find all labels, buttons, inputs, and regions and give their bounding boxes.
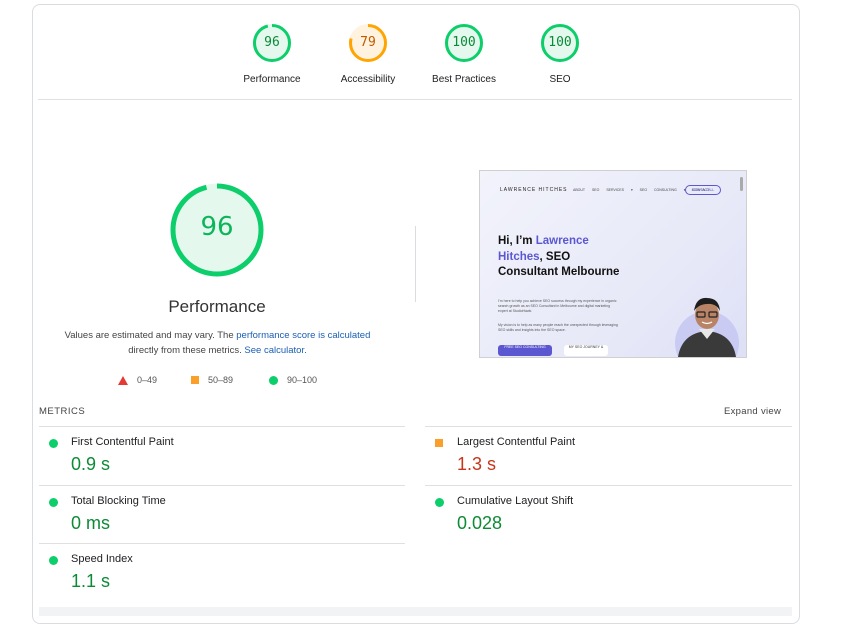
green-circle-icon <box>49 556 58 565</box>
screenshot-cta-primary: FREE SEO CONSULTING <box>498 345 552 356</box>
metric-name: Speed Index <box>71 553 133 565</box>
gauge-score: 96 <box>264 35 280 50</box>
gauge-label: Performance <box>243 74 301 85</box>
metric-name: Cumulative Layout Shift <box>457 495 574 507</box>
gauge-accessibility[interactable]: 79 Accessibility <box>323 23 413 85</box>
metric-value: 1.1 s <box>71 571 111 591</box>
metrics-divider <box>39 426 405 427</box>
metrics-divider <box>39 485 405 486</box>
expand-view-link[interactable]: Expand view <box>724 406 781 417</box>
orange-square-icon <box>191 376 199 384</box>
performance-gauge: 96 <box>167 180 267 280</box>
performance-description: Values are estimated and may vary. The p… <box>55 328 380 358</box>
metric-value: 0.028 <box>457 513 503 533</box>
gauge-score: 100 <box>452 35 476 50</box>
green-circle-icon <box>269 375 278 385</box>
legend-label: 50–89 <box>208 375 234 385</box>
footer-strip <box>39 607 792 616</box>
legend-good: 90–100 <box>269 375 317 385</box>
gauge-score: 79 <box>360 35 376 50</box>
gauge-label: Accessibility <box>340 74 396 85</box>
see-calculator-link[interactable]: See calculator. <box>244 345 306 356</box>
metric-value: 0.9 s <box>71 454 111 474</box>
score-calculated-link[interactable]: performance score is calculated <box>236 330 370 341</box>
performance-title: Performance <box>168 297 266 316</box>
screenshot-headline: Hi, I’m Lawrence Hitches, SEO Consultant… <box>498 234 623 281</box>
gauge-label: Best Practices <box>432 74 496 85</box>
metrics-heading: METRICS <box>39 406 86 417</box>
gauge-label: SEO <box>549 74 571 85</box>
desc-text: Values are estimated and may vary. The <box>64 330 237 341</box>
vertical-divider <box>415 226 416 302</box>
gauge-score: 100 <box>548 35 572 50</box>
legend-poor: 0–49 <box>118 375 157 385</box>
screenshot-book-button: BOOK A CALL <box>685 185 721 195</box>
legend-label: 90–100 <box>287 375 318 385</box>
page-screenshot[interactable]: LAWRENCE HITCHES ABOUT SEO SERVICES ▾ SE… <box>479 170 747 358</box>
screenshot-body-text: I’m here to help you achieve SEO success… <box>498 299 617 313</box>
green-circle-icon <box>49 439 58 448</box>
screenshot-body-text: My vision is to help as many people reac… <box>498 323 618 332</box>
metrics-divider <box>425 485 792 486</box>
gauge-seo[interactable]: 100 SEO <box>515 23 605 85</box>
screenshot-brand: LAWRENCE HITCHES <box>500 187 568 193</box>
orange-square-icon <box>435 439 443 447</box>
screenshot-scrollbar <box>740 177 743 191</box>
green-circle-icon <box>49 498 58 507</box>
gauge-best-practices[interactable]: 100 Best Practices <box>419 23 509 85</box>
desc-text: directly from these metrics. <box>128 345 245 356</box>
metric-name: First Contentful Paint <box>71 436 174 448</box>
legend-label: 0–49 <box>137 375 158 385</box>
performance-score: 96 <box>200 212 234 242</box>
metric-name: Largest Contentful Paint <box>457 436 576 448</box>
green-circle-icon <box>435 498 444 507</box>
gauge-performance[interactable]: 96 Performance <box>227 23 317 85</box>
metrics-divider <box>425 426 792 427</box>
person-portrait-image <box>675 297 739 357</box>
metric-value: 1.3 s <box>457 454 497 474</box>
metric-value: 0 ms <box>71 513 111 533</box>
red-triangle-icon <box>118 375 128 385</box>
screenshot-cta-secondary: MY SEO JOURNEY & <box>564 345 608 356</box>
headline-text: Hi, I’m <box>498 235 536 247</box>
header-divider <box>38 99 792 100</box>
metrics-divider <box>39 543 405 544</box>
metric-name: Total Blocking Time <box>71 495 166 507</box>
legend-average: 50–89 <box>191 375 233 385</box>
